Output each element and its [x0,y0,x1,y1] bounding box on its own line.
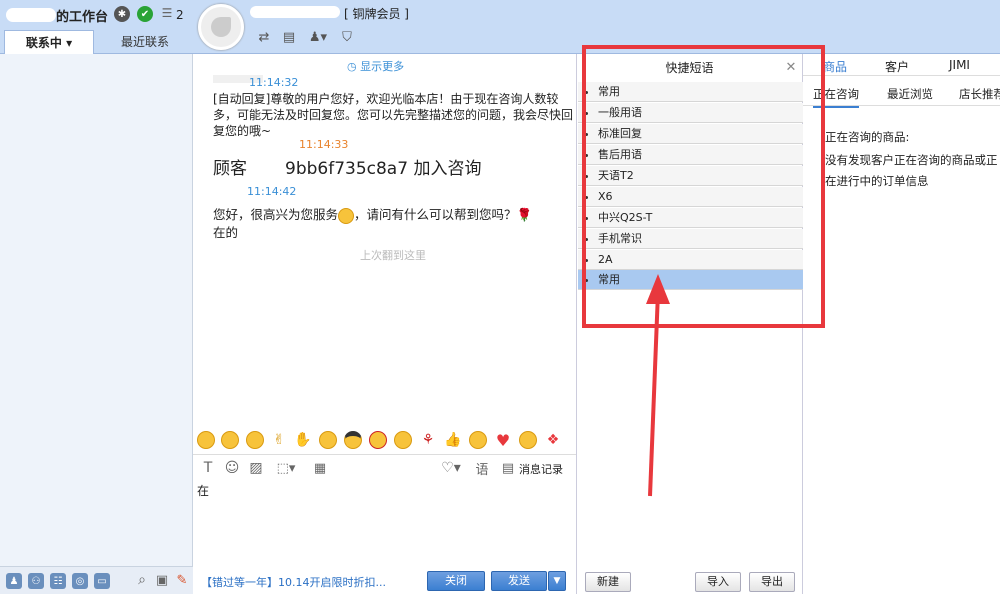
font-icon[interactable]: T [199,459,217,477]
tab-recent-contacts[interactable]: 最近联系 [100,30,190,54]
contact-list-panel: ♟ ⚇ ☷ ◎ ▭ ⌕ ▣ ✎ [0,54,193,594]
group-icon[interactable]: ⚇ [28,573,44,589]
tab-customers[interactable]: 客户 [885,58,909,75]
empty-products-text: 没有发现客户正在咨询的商品或正在进行中的订单信息 [825,153,998,188]
send-button[interactable]: 发送 [491,571,547,591]
search-icon[interactable]: ⌕ [134,572,150,588]
emoji-shy-icon[interactable] [246,431,264,449]
customer-info-panel: 商品 客户 JIMI 正在咨询 最近浏览 店长推荐 正在咨询的商品: 没有发现客… [803,54,1000,594]
show-more-link[interactable]: ◷ 显示更多 [347,58,404,74]
tab-contacting[interactable]: 联系中 ▾ [4,30,94,54]
emoji-pray-icon[interactable] [519,431,537,449]
workbench-title: 的工作台 [56,10,109,25]
member-tag: [ 铜牌会员 ] [344,7,409,21]
shield-icon[interactable]: ⛉ [338,28,356,46]
message-input[interactable]: 在 [197,482,572,562]
screenshot-icon[interactable]: ⬚▾ [273,459,299,477]
message-time: 11:14:32 [249,76,299,89]
chat-icon[interactable]: ▭ [94,573,110,589]
send-options-chevron-icon[interactable]: ▼ [548,571,566,591]
card-icon[interactable]: ▣ [154,572,170,588]
avatar[interactable] [198,4,244,50]
subtab-recent-browse[interactable]: 最近浏览 [887,86,933,102]
shop-icon[interactable]: ▤ [280,28,298,46]
chat-panel: ◷ 显示更多 11:14:32 [自动回复]尊敬的用户您好，欢迎光临本店！由于现… [193,54,576,594]
online-status-icon[interactable]: ✔ [137,6,153,22]
tool-icon[interactable]: ✎ [174,572,190,588]
auto-reply-message: [自动回复]尊敬的用户您好，欢迎光临本店！由于现在咨询人数较多，可能无法及时回复… [213,92,574,138]
emoji-gift-icon[interactable]: ❖ [544,431,562,449]
image-icon[interactable]: ▨ [247,459,265,477]
customer-join-notice: 顾客 9bb6f735c8a7 加入咨询 [213,159,482,179]
promo-link[interactable]: 【错过等一年】10.14开启限时折扣... [201,574,431,590]
avatar-placeholder-icon [211,17,231,37]
input-toolbar: T ☺ ▨ ⬚▾ ▦ ♡▾ 语 ▤ 消息记录 [193,454,576,480]
bug-icon[interactable]: ✱ [114,6,130,22]
subtab-recommended[interactable]: 店长推荐 [959,86,1000,102]
emoji-smile-icon[interactable] [394,431,412,449]
team-icon[interactable]: ☷ [50,573,66,589]
emoji-heart-icon[interactable]: ♥ [494,431,512,450]
message-box-icon[interactable]: ☰ [160,6,174,20]
history-icon[interactable]: ▤ [499,459,517,477]
emoji-sleepy-icon[interactable] [221,431,239,449]
emoji-handshake-icon[interactable]: ✋ [294,431,312,449]
user-menu-icon[interactable]: ♟▾ [305,28,331,46]
contacts-icon[interactable]: ♟ [6,573,22,589]
left-toolbar: ♟ ⚇ ☷ ◎ ▭ ⌕ ▣ ✎ [0,566,193,594]
tab-products[interactable]: 商品 [823,58,847,75]
top-bar: 的工作台 ✱ ✔ ☰ 2 联系中 ▾ 最近联系 [ 铜牌会员 ] ⇄ ▤ ♟▾ … [0,0,1000,54]
emoji-think-icon[interactable] [469,431,487,449]
import-button[interactable]: 导入 [695,572,741,592]
reply-message: 您好，很高兴为您服务 ，请问有什么可以帮到您吗？🌹 [213,207,533,224]
consulting-products-heading: 正在咨询的商品: [825,130,910,144]
redacted-customer-name [250,6,340,18]
transfer-icon[interactable]: ⇄ [255,28,273,46]
language-icon[interactable]: 语 [473,459,491,478]
last-read-divider: 上次翻到这里 [360,249,426,262]
right-subtabs: 正在咨询 最近浏览 店长推荐 [803,78,1000,108]
smile-emoji-icon [338,207,355,224]
emoji-victory-icon[interactable]: ✌ [270,431,288,449]
reply-message-2: 在的 [213,225,239,240]
message-history-link[interactable]: 消息记录 [519,461,563,477]
message-time: 11:14:42 [247,185,297,198]
calculator-icon[interactable]: ▦ [311,459,329,477]
new-phrase-button[interactable]: 新建 [585,572,631,592]
export-button[interactable]: 导出 [749,572,795,592]
emoji-icon[interactable]: ☺ [223,459,241,477]
right-tabs: 商品 客户 JIMI [803,54,1000,76]
emoji-thumbs-up-icon[interactable]: 👍 [444,431,462,449]
emoji-cool-icon[interactable] [344,431,362,449]
emoji-rich-icon[interactable] [369,431,387,449]
unread-count: 2 [176,8,184,22]
tab-jimi[interactable]: JIMI [949,58,970,72]
redacted-name [6,8,56,22]
tribe-icon[interactable]: ◎ [72,573,88,589]
rose-emoji-icon: 🌹 [516,207,533,222]
highlight-box [582,45,825,328]
close-button[interactable]: 关闭 [427,571,485,591]
emoji-grin-icon[interactable] [197,431,215,449]
annotation-arrow-icon [646,274,670,497]
favorite-icon[interactable]: ♡▾ [437,459,465,477]
emoji-rose-icon[interactable]: ⚘ [419,431,437,449]
message-time: 11:14:33 [299,138,349,151]
emoji-hug-icon[interactable] [319,431,337,449]
